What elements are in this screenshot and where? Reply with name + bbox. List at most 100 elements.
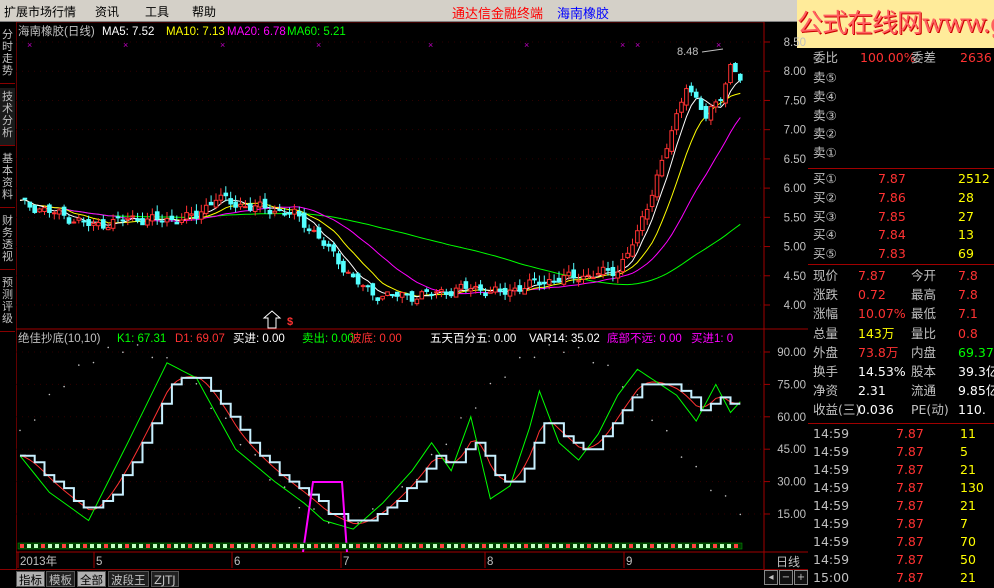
tab-intraday[interactable]: 分时走势 [0,26,15,84]
signal-strip-cell [650,544,654,548]
dot-series [607,364,609,367]
menu-tools[interactable]: 工具 [145,3,169,20]
tab-template[interactable]: 模板 [46,571,75,587]
menu-extended-market[interactable]: 扩展市场行情 [4,3,76,20]
indicator-tick-label: 60.00 [777,412,806,424]
signal-strip-cell [244,544,248,548]
zoom-out-icon[interactable]: − [779,570,793,585]
tab-finance[interactable]: 财务透视 [0,212,15,270]
signal-strip-cell [384,544,388,548]
signal-strip-cell [209,544,213,548]
signal-strip-cell [181,544,185,548]
signal-strip-cell [118,544,122,548]
signal-strip-cell [279,544,283,548]
price-tick-label: 6.50 [784,154,806,166]
candle-body [316,227,322,239]
quote-separator [808,168,994,169]
ma-legend: MA5: 7.52 MA10: 7.13 MA20: 6.78 MA60: 5.21 [102,26,346,38]
candle-body [292,208,297,215]
candle-body [600,266,606,276]
signal-strip-cell [545,544,549,548]
price-tick-label: 6.00 [784,183,806,195]
marker-x-icon: × [620,40,625,50]
candle-body [488,291,493,294]
tab-basic-info[interactable]: 基本资料 [0,150,15,208]
tab-zjtj[interactable]: ZJTJ [151,571,179,587]
signal-strip-cell [356,544,360,548]
signal-strip-cell [251,544,255,548]
candle-body [669,130,675,152]
signal-strip-cell [692,544,696,548]
candle-body [723,83,728,104]
zoom-in-icon[interactable]: + [794,570,808,585]
tab-technical[interactable]: 技术分析 [0,88,15,146]
signal-strip-cell [293,544,297,548]
ma-legend-item: MA10: 7.13 [166,26,225,38]
candle-body [145,218,150,226]
indicator-tick-label: 15.00 [777,509,806,521]
indicator-lines [19,344,742,553]
dot-series [122,351,124,354]
candle-body [233,201,238,208]
signal-strip-cell [230,544,234,548]
candle-body [615,271,621,279]
tab-forecast[interactable]: 预测评级 [0,274,15,332]
signal-strip-cell [482,544,486,548]
signal-strip-cell [160,544,164,548]
candle-body [355,273,361,285]
candle-body [346,271,351,274]
dot-series [563,351,565,354]
candle-body [194,210,199,219]
app-title: 通达信金融终端 [452,7,544,22]
signal-strip-cell [559,544,563,548]
candle-body [728,64,733,84]
candle-body [56,209,62,215]
candle-body [522,288,527,295]
candle-body [257,201,263,208]
ma-legend-item: MA60: 5.21 [287,26,346,38]
signal-strip-cell [83,544,87,548]
candle-body [571,269,577,279]
signal-strip-cell [300,544,304,548]
signal-strip-cell [643,544,647,548]
candle-body [703,106,709,119]
dot-series [680,456,683,458]
candle-body [110,218,116,229]
dot-series [357,521,359,524]
candle-body [444,291,449,295]
ma5-line [19,79,741,298]
candle-body [27,201,33,208]
signal-strip-cell [510,544,514,548]
candle-body [439,289,444,292]
signal-strip-cell [489,544,493,548]
signal-strip-cell [342,544,346,548]
candle-body [91,222,96,226]
candle-body [390,293,395,296]
candle-body [591,277,596,280]
signal-strip-cell [391,544,395,548]
signal-strip-cell [734,544,738,548]
tab-wave-king[interactable]: 波段王 [108,571,149,587]
menu-news[interactable]: 资讯 [95,3,119,20]
menu-help[interactable]: 帮助 [192,3,216,20]
candle-body [566,271,572,277]
candle-body [297,210,302,217]
tab-all[interactable]: 全部 [77,571,106,587]
candle-body [243,206,248,209]
signal-strip-cell [370,544,374,548]
candle-body [458,283,464,290]
signal-strip-cell [314,544,318,548]
indicator-legend-item: 底部不远: 0.00 [607,331,682,345]
dot-series [386,506,389,509]
signal-strip-cell [601,544,605,548]
ma-legend-item: MA20: 6.78 [227,26,286,38]
tab-indicator[interactable]: 指标 [16,571,45,587]
candle-body [96,222,101,227]
quote-panel: 委比 100.00% 委差 2636 卖⑤ 卖④ 卖③ 卖② 卖① 买① 7.87 2512… [813,50,994,585]
chart-area[interactable]: 海南橡胶(日线) MA5: 7.52 MA10: 7.13 MA20: 6.78 MA… [16,22,808,570]
dot-series [666,429,668,432]
candle-body [463,281,469,289]
dot-series [636,393,639,396]
candle-body [169,215,175,220]
scroll-left-icon[interactable]: ◂ [764,570,778,585]
